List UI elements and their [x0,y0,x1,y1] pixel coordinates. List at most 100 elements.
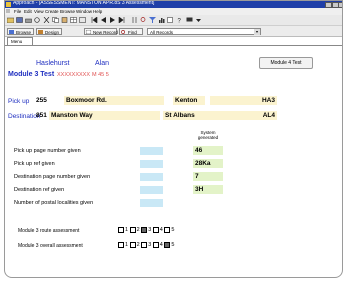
pickup-town-field[interactable]: Kenton [173,96,205,105]
menu-bar: File Edit View Create Browse Window Help [5,8,342,15]
icon-toolbar: ? [5,15,342,26]
checkbox-checked-icon[interactable] [141,227,148,233]
paste-icon[interactable] [61,17,68,23]
chart-icon[interactable] [158,17,165,23]
system-generated-header: System generated [197,130,219,140]
menu-edit[interactable]: Edit [24,9,32,14]
checkbox-icon[interactable] [118,242,124,248]
preview-icon[interactable] [34,17,41,23]
module-code-primary: XXXXXXXXX [57,72,91,78]
overall-option-3[interactable]: 3 [141,242,151,248]
svg-text:?: ? [178,19,182,24]
entered-answer-field[interactable] [140,186,163,194]
copy-icon[interactable] [52,17,59,23]
destination-number: 851 [36,112,47,119]
assessment-form: Haslehurst Alan Module 3 Test XXXXXXXXX … [5,45,342,277]
tab-menu[interactable]: Menu [7,37,33,45]
overall-assessment-options: 1 2 3 4 5 [118,242,174,248]
previous-record-icon[interactable] [100,17,107,23]
form-icon[interactable] [79,17,86,23]
browse-label: Browse [16,30,32,35]
checkbox-icon[interactable] [129,227,136,233]
system-answer-field: 46 [193,146,223,155]
entered-answer-field[interactable] [140,160,163,168]
menu-view[interactable]: View [34,9,44,14]
module-code-secondary: M 45 5 [92,72,109,78]
menu-create[interactable]: Create [45,9,59,14]
report-icon[interactable] [167,17,174,23]
last-record-icon[interactable] [118,17,125,23]
design-icon [38,30,43,34]
route-option-2[interactable]: 2 [129,227,140,233]
route-option-5[interactable]: 5 [164,227,174,233]
entered-answer-field[interactable] [140,199,163,207]
module-title: Module 3 Test [8,71,55,78]
dropdown-icon[interactable] [195,17,202,23]
route-option-4[interactable]: 4 [152,227,163,233]
document-icon [6,9,10,13]
save-icon[interactable] [16,17,23,23]
overall-option-4[interactable]: 4 [152,242,163,248]
overall-assessment-label: Module 3 overall assessment [18,243,83,249]
find-icon[interactable] [140,17,147,23]
next-record-icon[interactable] [109,17,116,23]
menu-window[interactable]: Window [76,9,92,14]
print-icon[interactable] [25,17,32,23]
destination-street-field[interactable]: Manston Way [49,111,160,120]
checkbox-icon[interactable] [164,227,171,233]
system-answer-field: 3H [193,185,223,194]
menu-help[interactable]: Help [93,9,102,14]
help-icon[interactable]: ? [176,17,183,24]
filter-icon[interactable] [149,17,156,23]
title-bar: Approach - [ASSESSMENT: MANSTON APR.8S 3… [5,0,342,8]
pickup-postcode-field[interactable]: HA3 [231,96,277,105]
sort-icon[interactable] [131,17,138,23]
checkbox-icon[interactable] [141,242,148,248]
question-label: Pick up page number given [14,148,81,154]
browse-button[interactable]: Browse [7,28,34,35]
open-icon[interactable] [7,17,14,23]
pickup-street-field[interactable]: Boxmoor Rd. [64,96,164,105]
checkbox-icon[interactable] [152,227,159,233]
route-option-3[interactable]: 3 [141,227,151,233]
overall-option-1[interactable]: 1 [118,242,128,248]
entered-answer-field[interactable] [140,147,163,155]
cut-icon[interactable] [43,17,50,23]
route-assessment-label: Module 3 route assessment [18,228,80,234]
surname-value: Haslehurst [36,60,70,67]
new-record-icon [86,30,91,34]
destination-postcode-field[interactable]: AL4 [231,111,277,120]
question-label: Pick up ref given [14,161,55,167]
table-icon[interactable] [70,17,77,23]
records-selected-value: All Records [150,30,174,35]
display-icon[interactable] [186,17,193,23]
forename-value: Alan [95,60,110,67]
new-record-label: New Record [93,30,118,35]
module-4-test-button[interactable]: Module 4 Test [259,57,313,69]
records-dropdown[interactable]: All Records ▾ [147,28,261,35]
first-record-icon[interactable] [91,17,98,23]
chevron-down-icon[interactable]: ▾ [254,29,260,35]
design-label: Design [45,30,60,35]
app-icon [6,2,11,7]
window-title: Approach - [ASSESSMENT: MANSTON APR.8S 3… [13,0,155,6]
new-record-button[interactable]: New Record [84,28,118,35]
overall-option-2[interactable]: 2 [129,242,140,248]
view-tabs: Menu [5,36,342,45]
checkbox-icon[interactable] [152,242,159,248]
find-button[interactable]: Find [119,28,143,35]
overall-option-5[interactable]: 5 [164,242,174,248]
question-label: Destination page number given [14,174,91,180]
menu-file[interactable]: File [14,9,21,14]
system-answer-field: 28Ka [193,159,223,168]
browse-icon [9,30,14,34]
design-button[interactable]: Design [36,28,62,35]
question-label: Number of postal localities given [14,200,94,206]
entered-answer-field[interactable] [140,173,163,181]
route-option-1[interactable]: 1 [118,227,128,233]
menu-browse[interactable]: Browse [60,9,75,14]
pickup-number: 255 [36,97,47,104]
checkbox-checked-icon[interactable] [164,242,171,248]
checkbox-icon[interactable] [129,242,136,248]
checkbox-icon[interactable] [118,227,124,233]
